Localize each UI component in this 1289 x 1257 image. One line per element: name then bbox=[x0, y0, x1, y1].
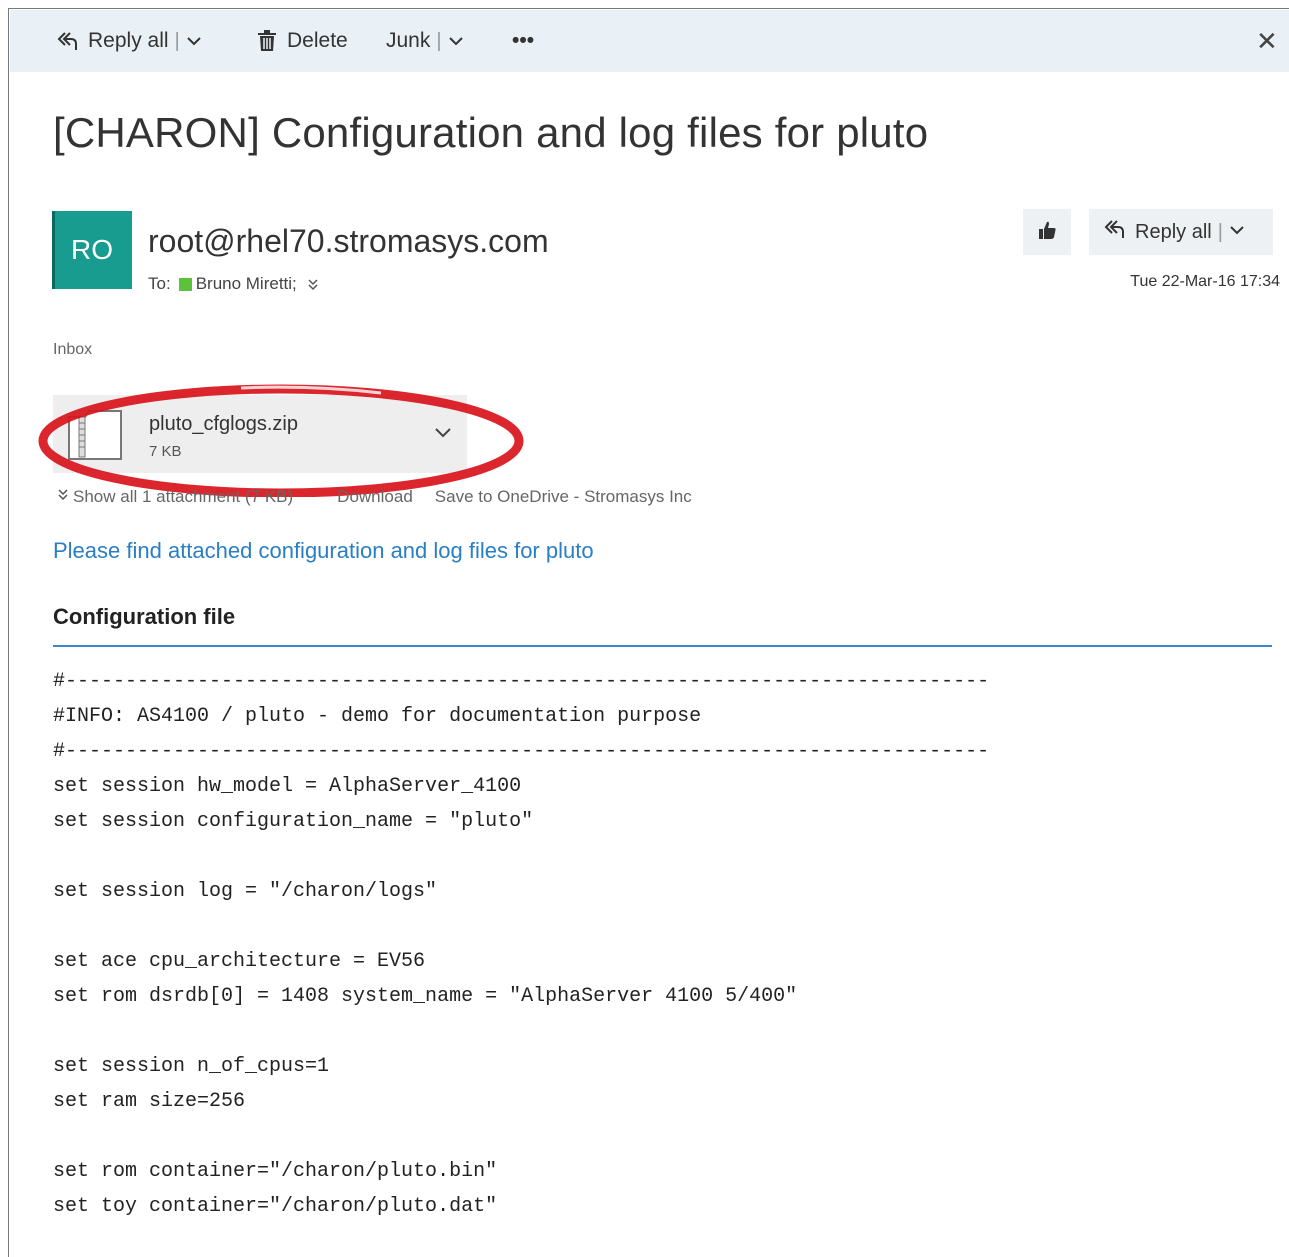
thumbs-up-icon bbox=[1036, 219, 1058, 246]
section-title: Configuration file bbox=[53, 604, 236, 629]
reply-all-label: Reply all bbox=[1135, 220, 1212, 243]
delete-button[interactable]: Delete bbox=[257, 10, 348, 72]
close-button[interactable]: ✕ bbox=[1256, 10, 1278, 72]
reply-all-dropdown-icon[interactable] bbox=[186, 33, 202, 49]
message-intro: Please find attached configuration and l… bbox=[53, 538, 594, 563]
more-actions-button[interactable]: ••• bbox=[512, 10, 534, 72]
code-line: set ace cpu_architecture = EV56 bbox=[53, 950, 426, 973]
attachment-actions: Show all 1 attachment (7 KB) Download Sa… bbox=[57, 487, 714, 507]
code-line: set session n_of_cpus=1 bbox=[53, 1055, 330, 1078]
expand-icon bbox=[57, 487, 69, 507]
attachment-name: pluto_cfglogs.zip bbox=[149, 413, 298, 435]
junk-button[interactable]: Junk | bbox=[386, 10, 464, 72]
reply-all-icon bbox=[56, 30, 78, 52]
reading-pane: Reply all | Delete Junk | ••• ✕ [CHARON]… bbox=[8, 8, 1289, 1257]
save-onedrive-link[interactable]: Save to OneDrive - Stromasys Inc bbox=[435, 487, 692, 507]
message-toolbar: Reply all | Delete Junk | ••• ✕ bbox=[10, 10, 1289, 72]
close-icon: ✕ bbox=[1256, 25, 1278, 56]
like-button[interactable] bbox=[1023, 209, 1071, 255]
show-all-attachments-link[interactable]: Show all 1 attachment (7 KB) bbox=[57, 487, 315, 507]
code-line: set rom dsrdb[0] = 1408 system_name = "A… bbox=[53, 985, 798, 1008]
folder-label: Inbox bbox=[53, 341, 93, 358]
more-icon: ••• bbox=[512, 29, 535, 52]
reply-all-dropdown-icon[interactable] bbox=[1229, 221, 1245, 244]
code-line: #---------------------------------------… bbox=[53, 740, 990, 763]
recipient-name[interactable]: Bruno Miretti; bbox=[196, 274, 297, 294]
junk-label: Junk bbox=[386, 29, 431, 52]
trash-icon bbox=[257, 30, 277, 52]
show-all-label: Show all 1 attachment (7 KB) bbox=[73, 487, 294, 506]
code-line: #---------------------------------------… bbox=[53, 670, 990, 693]
configuration-code-block: #---------------------------------------… bbox=[53, 664, 989, 1224]
section-divider bbox=[53, 645, 1272, 647]
attachment-size: 7 KB bbox=[149, 443, 182, 460]
separator: | bbox=[1217, 220, 1223, 243]
recipients-line: To: Bruno Miretti; bbox=[148, 271, 319, 297]
download-link[interactable]: Download bbox=[337, 487, 413, 507]
attachment-menu-icon[interactable] bbox=[433, 425, 453, 446]
code-line: set toy container="/charon/pluto.dat" bbox=[53, 1195, 498, 1218]
code-line: set session hw_model = AlphaServer_4100 bbox=[53, 775, 522, 798]
separator: | bbox=[436, 29, 442, 52]
reply-all-button[interactable]: Reply all | bbox=[56, 10, 202, 72]
presence-indicator bbox=[178, 277, 192, 291]
separator: | bbox=[174, 29, 180, 52]
junk-dropdown-icon[interactable] bbox=[448, 33, 464, 49]
avatar: RO bbox=[52, 211, 132, 289]
reply-all-label: Reply all bbox=[88, 29, 169, 52]
message-subject: [CHARON] Configuration and log files for… bbox=[53, 109, 929, 156]
code-line: set session configuration_name = "pluto" bbox=[53, 810, 534, 833]
code-line: set ram size=256 bbox=[53, 1090, 246, 1113]
reply-all-icon bbox=[1103, 218, 1125, 246]
reply-all-header-button[interactable]: Reply all | bbox=[1089, 209, 1273, 255]
message-date: Tue 22-Mar-16 17:34 bbox=[1130, 273, 1280, 290]
attachment-card[interactable]: pluto_cfglogs.zip 7 KB bbox=[53, 395, 467, 473]
avatar-initials: RO bbox=[71, 234, 113, 265]
code-line: set session log = "/charon/logs" bbox=[53, 880, 438, 903]
expand-recipients-icon[interactable] bbox=[307, 277, 319, 297]
zip-file-icon bbox=[67, 407, 123, 466]
to-label: To: bbox=[148, 274, 171, 293]
code-line: #INFO: AS4100 / pluto - demo for documen… bbox=[53, 705, 702, 728]
delete-label: Delete bbox=[287, 29, 348, 52]
code-line: set rom container="/charon/pluto.bin" bbox=[53, 1160, 498, 1183]
sender-address[interactable]: root@rhel70.stromasys.com bbox=[148, 223, 549, 260]
